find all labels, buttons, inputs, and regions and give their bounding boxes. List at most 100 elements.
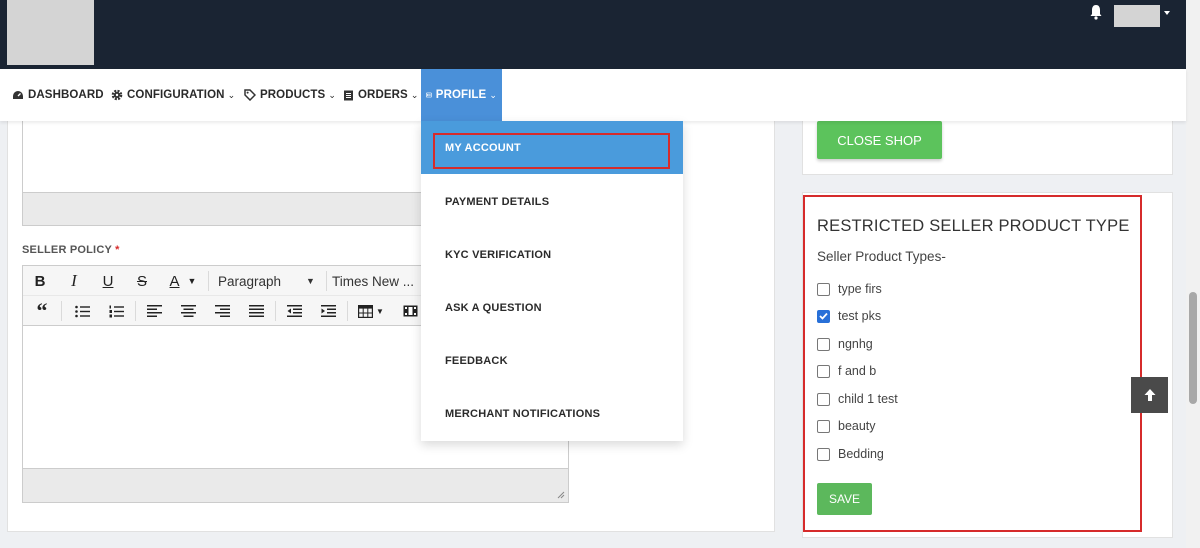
checkbox-beauty[interactable]: beauty bbox=[817, 419, 876, 433]
card-title: RESTRICTED SELLER PRODUCT TYPE bbox=[817, 217, 1130, 235]
nav-orders[interactable]: ORDERS ⌄ bbox=[343, 69, 418, 121]
nav-profile-label: PROFILE bbox=[435, 89, 487, 101]
checkbox-label: test pks bbox=[838, 309, 882, 323]
caret-down-icon: ▼ bbox=[376, 306, 384, 316]
chevron-down-icon[interactable] bbox=[1164, 11, 1170, 15]
bold-button[interactable]: B bbox=[29, 271, 51, 291]
outdent-icon bbox=[286, 305, 302, 317]
bullet-list-button[interactable] bbox=[71, 301, 93, 321]
save-button[interactable]: SAVE bbox=[817, 483, 872, 515]
toolbar-separator bbox=[275, 301, 276, 321]
top-header bbox=[0, 0, 1186, 69]
menu-item-payment-details[interactable]: PAYMENT DETAILS bbox=[421, 175, 683, 228]
nav-orders-label: ORDERS bbox=[358, 89, 408, 101]
arrow-up-icon bbox=[1144, 389, 1155, 401]
menu-item-label: KYC VERIFICATION bbox=[445, 248, 552, 261]
checkbox[interactable] bbox=[817, 392, 830, 406]
underline-button[interactable]: U bbox=[97, 271, 119, 291]
chevron-down-icon: ⌄ bbox=[328, 89, 336, 100]
checkbox[interactable] bbox=[817, 447, 830, 461]
checkbox-test-pks[interactable]: test pks bbox=[817, 309, 881, 323]
nav-configuration-label: CONFIGURATION bbox=[127, 89, 225, 101]
align-left-button[interactable] bbox=[143, 301, 165, 321]
required-mark: * bbox=[115, 244, 120, 256]
menu-item-label: ASK A QUESTION bbox=[445, 301, 542, 314]
nav-products[interactable]: PRODUCTS ⌄ bbox=[244, 69, 336, 121]
checkbox-type-firs[interactable]: type firs bbox=[817, 282, 882, 296]
bullet-list-icon bbox=[74, 305, 90, 317]
indent-button[interactable] bbox=[317, 301, 339, 321]
toolbar-separator bbox=[326, 271, 327, 291]
card-subtitle: Seller Product Types- bbox=[817, 249, 946, 264]
paragraph-select[interactable]: Paragraph ▼ bbox=[218, 271, 323, 291]
menu-item-label: MERCHANT NOTIFICATIONS bbox=[445, 407, 601, 420]
toolbar-separator bbox=[135, 301, 136, 321]
blockquote-button[interactable]: “ bbox=[31, 298, 53, 323]
align-center-button[interactable] bbox=[177, 301, 199, 321]
nav-products-label: PRODUCTS bbox=[260, 89, 326, 101]
scroll-to-top-button[interactable] bbox=[1131, 377, 1168, 413]
main-nav: DASHBOARD CONFIGURATION ⌄ PRODUCTS ⌄ ORD… bbox=[0, 69, 1186, 121]
checkbox[interactable] bbox=[817, 282, 830, 296]
chevron-down-icon: ⌄ bbox=[227, 89, 236, 100]
checkbox-label: type firs bbox=[838, 282, 882, 296]
tag-icon bbox=[244, 89, 256, 101]
menu-item-feedback[interactable]: FEEDBACK bbox=[421, 334, 683, 387]
checkbox-child-1-test[interactable]: child 1 test bbox=[817, 392, 898, 406]
table-button[interactable]: ▼ bbox=[355, 301, 387, 321]
clipboard-icon bbox=[344, 90, 353, 101]
text-color-icon: A bbox=[169, 272, 180, 290]
menu-item-ask-a-question[interactable]: ASK A QUESTION bbox=[421, 281, 683, 334]
checkbox[interactable] bbox=[817, 419, 830, 433]
menu-item-kyc-verification[interactable]: KYC VERIFICATION bbox=[421, 228, 683, 281]
text-color-button[interactable]: A ▼ bbox=[163, 271, 203, 291]
align-center-icon bbox=[180, 305, 196, 317]
store-logo[interactable] bbox=[7, 0, 94, 65]
checkbox-label: child 1 test bbox=[838, 392, 898, 406]
page-scrollbar-thumb[interactable] bbox=[1189, 292, 1197, 404]
chevron-down-icon: ⌄ bbox=[410, 89, 419, 100]
toolbar-separator bbox=[61, 301, 62, 321]
align-right-icon bbox=[214, 305, 230, 317]
user-avatar[interactable] bbox=[1114, 5, 1160, 27]
font-family-select-value: Times New ... bbox=[332, 273, 415, 289]
checkbox-label: ngnhg bbox=[838, 337, 873, 351]
strikethrough-button[interactable]: S bbox=[131, 271, 153, 291]
caret-down-icon: ▼ bbox=[187, 276, 197, 286]
checkbox-ngnhg[interactable]: ngnhg bbox=[817, 337, 873, 351]
toolbar-separator bbox=[208, 271, 209, 291]
checkbox-label: Bedding bbox=[838, 447, 884, 461]
nav-dashboard[interactable]: DASHBOARD bbox=[12, 69, 104, 121]
align-right-button[interactable] bbox=[211, 301, 233, 321]
nav-configuration[interactable]: CONFIGURATION ⌄ bbox=[111, 69, 235, 121]
font-family-select[interactable]: Times New ... bbox=[332, 271, 432, 291]
checkbox-bedding[interactable]: Bedding bbox=[817, 447, 884, 461]
resize-handle-icon[interactable] bbox=[557, 491, 565, 499]
dashboard-icon bbox=[13, 91, 23, 99]
gear-icon bbox=[111, 89, 123, 101]
italic-button[interactable]: I bbox=[63, 271, 85, 291]
menu-item-merchant-notifications[interactable]: MERCHANT NOTIFICATIONS bbox=[421, 387, 683, 440]
nav-profile[interactable]: PROFILE ⌄ bbox=[421, 69, 502, 121]
checkbox[interactable] bbox=[817, 337, 830, 351]
id-card-icon bbox=[426, 92, 432, 98]
checkbox-f-and-b[interactable]: f and b bbox=[817, 364, 876, 378]
page-scrollbar[interactable] bbox=[1186, 0, 1200, 548]
checkbox[interactable] bbox=[817, 364, 830, 378]
bell-icon[interactable] bbox=[1089, 4, 1103, 20]
outdent-button[interactable] bbox=[283, 301, 305, 321]
close-shop-button[interactable]: CLOSE SHOP bbox=[817, 121, 942, 159]
justify-button[interactable] bbox=[245, 301, 267, 321]
film-icon bbox=[403, 305, 417, 317]
numbered-list-button[interactable] bbox=[105, 301, 127, 321]
profile-dropdown-menu: MY ACCOUNT PAYMENT DETAILS KYC VERIFICAT… bbox=[421, 121, 683, 441]
seller-policy-label-text: SELLER POLICY bbox=[22, 244, 112, 256]
check-icon bbox=[819, 312, 828, 320]
caret-down-icon: ▼ bbox=[306, 276, 315, 286]
checkbox[interactable] bbox=[817, 309, 830, 323]
align-left-icon bbox=[146, 305, 162, 317]
seller-policy-label: SELLER POLICY * bbox=[22, 244, 120, 256]
toolbar-separator bbox=[347, 301, 348, 321]
media-button[interactable] bbox=[399, 301, 421, 321]
checkbox-label: beauty bbox=[838, 419, 876, 433]
